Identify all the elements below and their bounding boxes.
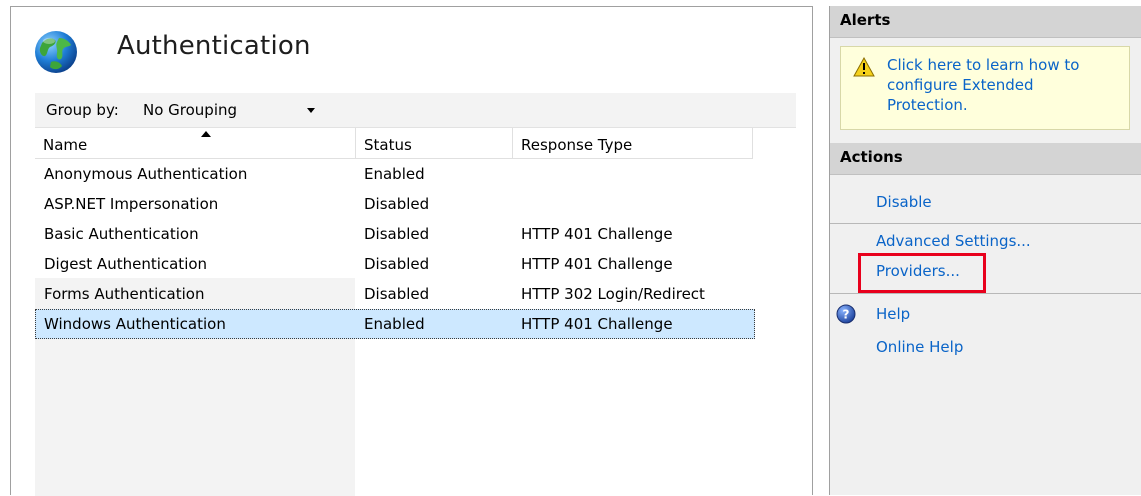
cell-status: Disabled xyxy=(364,225,430,243)
actions-header: Actions xyxy=(830,143,1141,175)
sort-ascending-icon xyxy=(201,131,211,137)
cell-status: Disabled xyxy=(364,255,430,273)
alerts-header: Alerts xyxy=(830,6,1141,38)
column-header-name[interactable]: Name xyxy=(35,128,356,158)
cell-name: Anonymous Authentication xyxy=(44,165,248,183)
cell-response-type: HTTP 302 Login/Redirect xyxy=(521,285,705,303)
grid-header: Name Status Response Type xyxy=(35,128,753,159)
svg-text:?: ? xyxy=(843,308,850,322)
chevron-down-icon[interactable] xyxy=(307,108,315,113)
cell-status: Disabled xyxy=(364,285,430,303)
cell-status: Disabled xyxy=(364,195,430,213)
table-row-forms-authentication[interactable]: Forms Authentication Disabled HTTP 302 L… xyxy=(35,279,755,309)
help-link[interactable]: Help xyxy=(876,305,910,323)
features-view-panel: Authentication Group by: No Grouping Nam… xyxy=(10,6,813,496)
cell-response-type: HTTP 401 Challenge xyxy=(521,315,673,333)
help-icon: ? xyxy=(836,304,856,324)
cell-status: Enabled xyxy=(364,165,425,183)
online-help-link[interactable]: Online Help xyxy=(876,338,963,356)
cell-response-type: HTTP 401 Challenge xyxy=(521,255,673,273)
actions-divider xyxy=(830,223,1141,224)
globe-icon xyxy=(35,31,77,73)
table-row-digest-authentication[interactable]: Digest Authentication Disabled HTTP 401 … xyxy=(35,249,755,279)
cell-response-type: HTTP 401 Challenge xyxy=(521,225,673,243)
cell-name: Forms Authentication xyxy=(44,285,205,303)
page-title: Authentication xyxy=(117,31,311,61)
table-row-anonymous-authentication[interactable]: Anonymous Authentication Enabled xyxy=(35,159,755,189)
group-by-dropdown[interactable]: No Grouping xyxy=(143,101,237,119)
advanced-settings-link[interactable]: Advanced Settings... xyxy=(876,232,1031,250)
group-by-bar: Group by: No Grouping xyxy=(35,93,796,128)
cell-name: Digest Authentication xyxy=(44,255,208,273)
alert-extended-protection: Click here to learn how to configure Ext… xyxy=(840,46,1130,130)
cell-name: Basic Authentication xyxy=(44,225,199,243)
column-header-response-type[interactable]: Response Type xyxy=(513,128,753,158)
cell-name: ASP.NET Impersonation xyxy=(44,195,219,213)
table-row-aspnet-impersonation[interactable]: ASP.NET Impersonation Disabled xyxy=(35,189,755,219)
column-header-status[interactable]: Status xyxy=(356,128,513,158)
providers-highlight-box xyxy=(858,253,986,293)
actions-pane: Alerts Click here to learn how to config… xyxy=(829,6,1141,495)
cell-status: Enabled xyxy=(364,315,425,333)
disable-action-link[interactable]: Disable xyxy=(876,193,932,211)
authentication-grid: Name Status Response Type Anonymous Auth… xyxy=(35,128,796,496)
table-row-windows-authentication[interactable]: Windows Authentication Enabled HTTP 401 … xyxy=(35,309,755,339)
cell-name: Windows Authentication xyxy=(44,315,226,333)
group-by-label: Group by: xyxy=(46,101,119,119)
grid-rows: Anonymous Authentication Enabled ASP.NET… xyxy=(35,159,755,339)
extended-protection-link[interactable]: Click here to learn how to configure Ext… xyxy=(887,55,1117,115)
actions-divider xyxy=(830,293,1141,294)
warning-icon xyxy=(853,57,875,77)
table-row-basic-authentication[interactable]: Basic Authentication Disabled HTTP 401 C… xyxy=(35,219,755,249)
